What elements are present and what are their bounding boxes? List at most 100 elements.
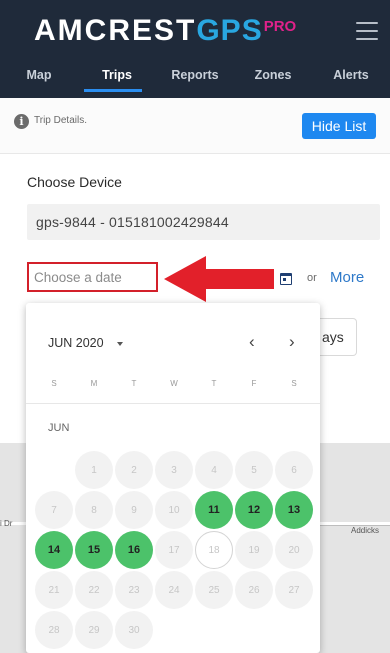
calendar-week-row: 28 29 30 [34,610,314,650]
calendar-cell: 29 [74,610,114,650]
calendar-cell: 7 [34,490,74,530]
date-input[interactable]: Choose a date [27,262,158,292]
calendar-cell: 10 [154,490,194,530]
calendar-cell: 19 [234,530,274,570]
chevron-left-icon[interactable]: ‹ [249,332,255,352]
calendar-cell: 28 [34,610,74,650]
calendar-day-selected[interactable]: 13 [275,491,313,529]
caret-down-icon[interactable] [117,342,123,346]
calendar-day: 8 [75,491,113,529]
tab-reports[interactable]: Reports [156,58,234,92]
hamburger-menu-icon[interactable] [356,22,378,40]
calendar-cell: 1 [74,450,114,490]
calendar-day: 19 [235,531,273,569]
weekday-label: S [51,379,57,388]
brand-name: AMCREST [34,14,197,47]
calendar-cell: 21 [34,570,74,610]
calendar-cell: 11 [194,490,234,530]
calendar-day: 21 [35,571,73,609]
weekday-label: S [291,379,297,388]
calendar-week-row: 7 8 9 10 11 12 13 [34,490,314,530]
choose-device-label: Choose Device [27,174,122,190]
calendar-cell: 15 [74,530,114,570]
calendar-cell: 26 [234,570,274,610]
map-label-left: i Dr [0,519,13,528]
calendar-week-row: 123456 [34,450,314,490]
calendar-day: 20 [275,531,313,569]
calendar-cell: 13 [274,490,314,530]
calendar-day: 5 [235,451,273,489]
calendar-cell: 9 [114,490,154,530]
calendar-cell: 30 [114,610,154,650]
calendar-day: 25 [195,571,233,609]
tab-map[interactable]: Map [0,58,78,92]
calendar-cell: 24 [154,570,194,610]
red-arrow-annotation [164,256,274,302]
weekday-label: M [90,379,98,388]
calendar-day: 6 [275,451,313,489]
calendar-cell: 14 [34,530,74,570]
app-root: AMCREST GPS PRO Map Trips Reports Zones … [0,0,390,653]
calendar-divider [26,403,320,404]
brand-gps: GPS [196,14,263,47]
month-label: JUN [48,422,70,434]
calendar-cell: 20 [274,530,314,570]
hide-list-button[interactable]: Hide List [302,113,376,139]
calendar-day-selected[interactable]: 12 [235,491,273,529]
active-tab-indicator [84,89,142,92]
calendar-cell: 18 [194,530,234,570]
days-button-label: ays [322,329,344,345]
calendar-day-selected[interactable]: 15 [75,531,113,569]
calendar-cell [234,610,274,650]
calendar-day: 24 [155,571,193,609]
weekday-header: S M T W T F S [34,379,314,388]
calendar-cell: 6 [274,450,314,490]
date-placeholder: Choose a date [34,270,122,285]
calendar-day: 9 [115,491,153,529]
calendar-day: 3 [155,451,193,489]
calendar-day: 7 [35,491,73,529]
month-year-selector[interactable]: JUN 2020 [48,336,104,350]
calendar-day: 27 [275,571,313,609]
chevron-right-icon[interactable]: › [289,332,295,352]
calendar-day-today[interactable]: 18 [195,531,233,569]
calendar-day: 30 [115,611,153,649]
calendar-cell: 8 [74,490,114,530]
weekday-label: F [251,379,257,388]
calendar-cell: 17 [154,530,194,570]
app-header: AMCREST GPS PRO Map Trips Reports Zones … [0,0,390,98]
more-link[interactable]: More [330,269,364,286]
calendar-week-row: 21 22 23 24 25 26 27 [34,570,314,610]
calendar-cell [154,610,194,650]
calendar-cell: 4 [194,450,234,490]
calendar-cell: 12 [234,490,274,530]
tab-zones[interactable]: Zones [234,58,312,92]
nav-bar: Map Trips Reports Zones Alerts [0,58,390,92]
calendar-week-row: 14 15 16 17 18 19 20 [34,530,314,570]
weekday-label: T [131,379,137,388]
brand-logo: AMCREST GPS PRO [34,14,296,48]
calendar-day: 2 [115,451,153,489]
tab-alerts[interactable]: Alerts [312,58,390,92]
calendar-day-selected[interactable]: 16 [115,531,153,569]
calendar-cell: 25 [194,570,234,610]
trip-details-text: Trip Details. [34,115,87,126]
calendar-cell [34,450,74,490]
calendar-icon[interactable] [280,273,292,285]
calendar-day: 22 [75,571,113,609]
or-text: or [307,272,317,284]
tab-trips[interactable]: Trips [78,58,156,92]
calendar-day: 1 [75,451,113,489]
calendar-cell [274,610,314,650]
info-icon: i [14,114,29,129]
map-label-right: Addicks [351,526,380,535]
calendar-day: 4 [195,451,233,489]
calendar-day: 29 [75,611,113,649]
calendar-day-selected[interactable]: 11 [195,491,233,529]
calendar-day: 10 [155,491,193,529]
calendar-day-selected[interactable]: 14 [35,531,73,569]
calendar-day: 17 [155,531,193,569]
calendar-cell: 16 [114,530,154,570]
device-select[interactable]: gps-9844 - 015181002429844 [27,204,380,240]
calendar-cell: 22 [74,570,114,610]
